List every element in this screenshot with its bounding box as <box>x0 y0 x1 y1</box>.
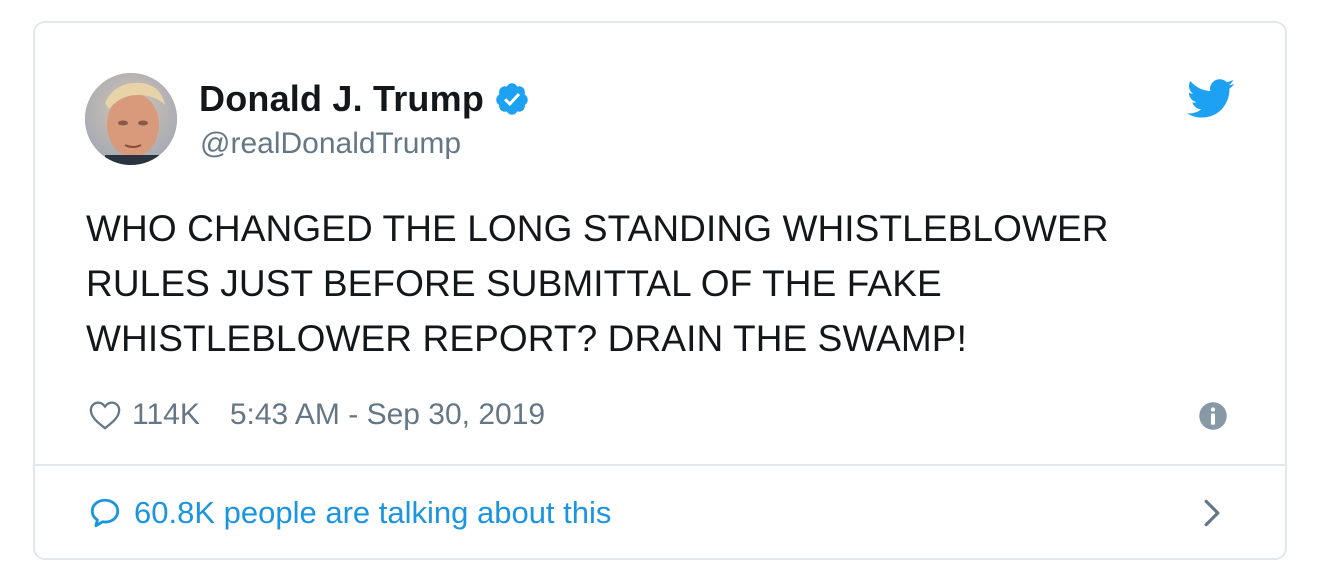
divider <box>35 464 1285 466</box>
chevron-right-icon[interactable] <box>1201 497 1223 529</box>
author-name-row[interactable]: Donald J. Trump <box>199 77 530 121</box>
tweet-line: WHO CHANGED THE LONG STANDING WHISTLEBLO… <box>86 208 1109 249</box>
tweet-card[interactable]: Donald J. Trump @realDonaldTrump WHO CHA… <box>33 21 1287 560</box>
verified-badge-icon <box>496 83 528 115</box>
author-handle[interactable]: @realDonaldTrump <box>200 127 461 161</box>
tweet-line: WHISTLEBLOWER REPORT? DRAIN THE SWAMP! <box>86 318 967 359</box>
tweet-timestamp[interactable]: 5:43 AM - Sep 30, 2019 <box>230 398 545 432</box>
conversation-link[interactable]: 60.8K people are talking about this <box>88 491 611 535</box>
tweet-text: WHO CHANGED THE LONG STANDING WHISTLEBLO… <box>86 201 1246 366</box>
like-count[interactable]: 114K <box>132 398 200 432</box>
info-icon[interactable] <box>1198 401 1228 431</box>
display-name[interactable]: Donald J. Trump <box>199 78 484 120</box>
speech-bubble-icon <box>90 498 120 528</box>
twitter-bird-icon[interactable] <box>1187 79 1235 119</box>
avatar-image <box>85 73 177 165</box>
talking-count-text[interactable]: 60.8K people are talking about this <box>134 495 611 531</box>
avatar[interactable] <box>85 73 177 165</box>
tweet-meta-row: 114K 5:43 AM - Sep 30, 2019 <box>88 393 545 437</box>
heart-icon[interactable] <box>88 399 122 431</box>
tweet-line: RULES JUST BEFORE SUBMITTAL OF THE FAKE <box>86 263 942 304</box>
